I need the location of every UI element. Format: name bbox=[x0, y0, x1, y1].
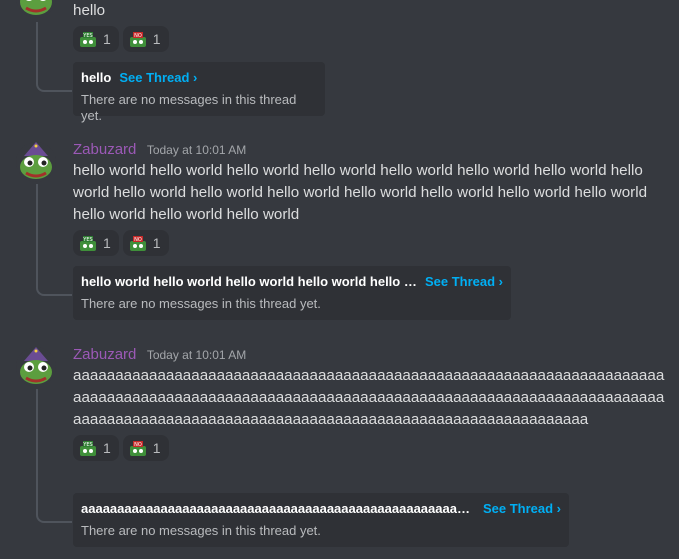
svg-text:YES: YES bbox=[82, 237, 92, 243]
thread-subtitle: There are no messages in this thread yet… bbox=[81, 523, 321, 538]
reaction-count: 1 bbox=[152, 440, 161, 456]
avatar[interactable] bbox=[16, 142, 56, 182]
timestamp: Today at 10:01 AM bbox=[146, 348, 247, 362]
svg-text:YES: YES bbox=[82, 33, 92, 39]
reaction-yes[interactable]: YES 1 bbox=[73, 435, 119, 461]
reaction-count: 1 bbox=[152, 235, 161, 251]
reaction-count: 1 bbox=[103, 31, 111, 47]
thread-connector bbox=[36, 22, 72, 92]
reaction-count: 1 bbox=[152, 31, 161, 47]
frog-no-emoji-icon: NO bbox=[129, 236, 146, 251]
see-thread-link[interactable]: See Thread › bbox=[119, 70, 197, 86]
see-thread-link[interactable]: See Thread › bbox=[483, 501, 561, 517]
svg-text:NO: NO bbox=[134, 237, 142, 243]
reaction-yes[interactable]: YES 1 bbox=[73, 26, 119, 52]
reaction-no[interactable]: NO 1 bbox=[122, 26, 169, 52]
svg-text:NO: NO bbox=[134, 33, 142, 39]
thread-subtitle: There are no messages in this thread yet… bbox=[81, 296, 321, 311]
frog-no-emoji-icon: NO bbox=[129, 441, 146, 456]
message-text: aaaaaaaaaaaaaaaaaaaaaaaaaaaaaaaaaaaaaaaa… bbox=[73, 367, 665, 428]
frog-yes-emoji-icon: YES bbox=[80, 32, 96, 47]
frog-no-emoji-icon: NO bbox=[129, 32, 146, 47]
reaction-yes[interactable]: YES 1 bbox=[73, 230, 119, 256]
message: hello YES 1 NO 1 hello See Thread › Ther… bbox=[0, 0, 679, 123]
message-text: hello bbox=[73, 2, 106, 19]
reactions: YES 1 NO 1 bbox=[73, 230, 667, 256]
frog-yes-emoji-icon: YES bbox=[80, 441, 96, 456]
thread-connector bbox=[36, 184, 72, 296]
frog-yes-emoji-icon: YES bbox=[80, 236, 96, 251]
thread-card[interactable]: hello See Thread › There are no messages… bbox=[73, 62, 325, 123]
username[interactable]: Zabuzard bbox=[73, 346, 136, 363]
reaction-count: 1 bbox=[103, 235, 111, 251]
username[interactable]: Zabuzard bbox=[73, 141, 136, 158]
thread-connector bbox=[36, 389, 72, 523]
avatar[interactable] bbox=[16, 347, 56, 387]
reaction-count: 1 bbox=[103, 440, 111, 456]
message: Zabuzard Today at 10:01 AM aaaaaaaaaaaaa… bbox=[0, 335, 679, 559]
thread-name: hello world hello world hello world hell… bbox=[81, 274, 417, 289]
svg-text:YES: YES bbox=[82, 442, 92, 448]
thread-name: hello bbox=[81, 70, 112, 85]
reaction-no[interactable]: NO 1 bbox=[122, 230, 169, 256]
thread-card[interactable]: hello world hello world hello world hell… bbox=[73, 266, 511, 320]
avatar[interactable] bbox=[16, 0, 56, 18]
reactions: YES 1 NO 1 bbox=[73, 435, 667, 461]
message: Zabuzard Today at 10:01 AM hello world h… bbox=[0, 130, 679, 330]
see-thread-link[interactable]: See Thread › bbox=[425, 274, 503, 290]
timestamp: Today at 10:01 AM bbox=[146, 143, 247, 157]
thread-subtitle: There are no messages in this thread yet… bbox=[81, 92, 297, 123]
message-text: hello world hello world hello world hell… bbox=[73, 162, 648, 223]
thread-name: aaaaaaaaaaaaaaaaaaaaaaaaaaaaaaaaaaaaaaaa… bbox=[81, 501, 475, 516]
reactions: YES 1 NO 1 bbox=[73, 26, 667, 52]
reaction-no[interactable]: NO 1 bbox=[122, 435, 169, 461]
thread-card[interactable]: aaaaaaaaaaaaaaaaaaaaaaaaaaaaaaaaaaaaaaaa… bbox=[73, 493, 569, 547]
svg-text:NO: NO bbox=[134, 442, 142, 448]
